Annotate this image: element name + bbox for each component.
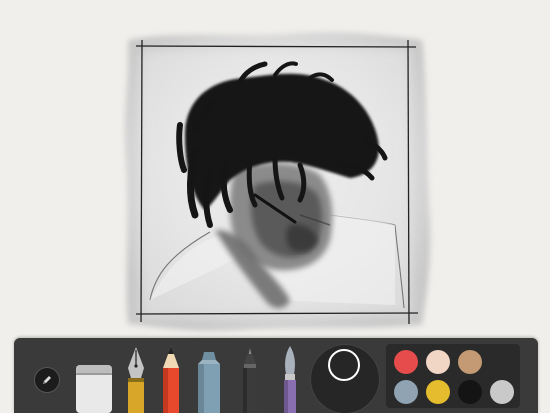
eraser-icon	[76, 365, 112, 413]
fountain-pen-icon	[128, 347, 144, 413]
current-color-swatch[interactable]	[328, 349, 360, 381]
watercolor-brush-tool[interactable]	[276, 344, 304, 413]
eraser-tool[interactable]	[72, 359, 116, 413]
marker-tool[interactable]	[192, 344, 226, 413]
color-mixer[interactable]	[310, 344, 380, 413]
outline-pen-tool[interactable]	[236, 344, 264, 413]
swatch-blush[interactable]	[426, 350, 450, 374]
swatch-tan[interactable]	[458, 350, 482, 374]
pencil-settings-icon	[43, 376, 51, 384]
fountain-pen-tool[interactable]	[122, 344, 150, 413]
swatch-black[interactable]	[458, 380, 482, 404]
pencil-icon	[163, 346, 179, 413]
swatch-slate-blue[interactable]	[394, 380, 418, 404]
color-palette	[386, 344, 520, 408]
portrait-artwork	[124, 32, 431, 331]
outline-pen-icon	[243, 348, 257, 413]
watercolor-brush-icon	[284, 346, 296, 413]
swatch-coral-red[interactable]	[394, 350, 418, 374]
swatch-mustard[interactable]	[426, 380, 450, 404]
drawing-toolbar	[14, 338, 538, 413]
drawing-canvas[interactable]	[0, 0, 550, 340]
swatch-light-gray[interactable]	[490, 380, 514, 404]
tools-menu-button[interactable]	[34, 367, 60, 393]
marker-icon	[198, 352, 220, 413]
pencil-tool[interactable]	[157, 344, 185, 413]
